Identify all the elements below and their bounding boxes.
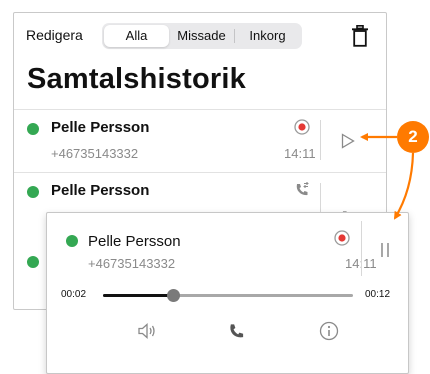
speaker-icon[interactable] bbox=[137, 322, 157, 340]
record-icon bbox=[334, 230, 350, 246]
contact-name: Pelle Persson bbox=[51, 119, 150, 136]
record-icon bbox=[294, 119, 310, 135]
phone-icon[interactable] bbox=[228, 323, 245, 340]
status-dot bbox=[27, 123, 39, 135]
phone-number: +46735143332 bbox=[88, 256, 176, 271]
status-dot bbox=[66, 235, 78, 247]
status-dot bbox=[27, 256, 39, 268]
phone-number: +46735143332 bbox=[51, 146, 139, 161]
playback-progress bbox=[103, 294, 173, 297]
divider bbox=[320, 120, 321, 160]
call-list-item[interactable]: Pelle Persson +46735143332 14:11 bbox=[14, 110, 386, 172]
elapsed-time: 00:02 bbox=[61, 289, 87, 300]
info-icon[interactable] bbox=[319, 321, 339, 341]
total-duration: 00:12 bbox=[365, 289, 391, 300]
top-bar: Redigera Alla Missade Inkorg bbox=[14, 13, 386, 63]
callout-badge: 2 bbox=[397, 121, 429, 153]
filter-segmented-control: Alla Missade Inkorg bbox=[102, 23, 302, 49]
tab-inbox[interactable]: Inkorg bbox=[235, 25, 300, 47]
contact-name: Pelle Persson bbox=[51, 182, 150, 199]
recording-player-card: Pelle Persson +46735143332 14:11 00:02 0… bbox=[46, 212, 409, 374]
tab-all[interactable]: Alla bbox=[104, 25, 169, 47]
status-dot bbox=[27, 186, 39, 198]
tab-missed[interactable]: Missade bbox=[169, 25, 234, 47]
trash-icon[interactable] bbox=[352, 25, 368, 47]
call-time: 14:11 bbox=[284, 146, 316, 161]
page-title: Samtalshistorik bbox=[27, 63, 246, 95]
pause-icon[interactable] bbox=[380, 242, 390, 258]
play-icon[interactable] bbox=[341, 133, 355, 149]
phone-transfer-icon bbox=[296, 182, 309, 196]
contact-name: Pelle Persson bbox=[88, 233, 181, 250]
playback-scrubber[interactable] bbox=[103, 289, 353, 302]
edit-button[interactable]: Redigera bbox=[26, 27, 83, 43]
divider bbox=[361, 221, 362, 276]
callout-arrow bbox=[393, 152, 415, 220]
scrubber-handle[interactable] bbox=[167, 289, 180, 302]
